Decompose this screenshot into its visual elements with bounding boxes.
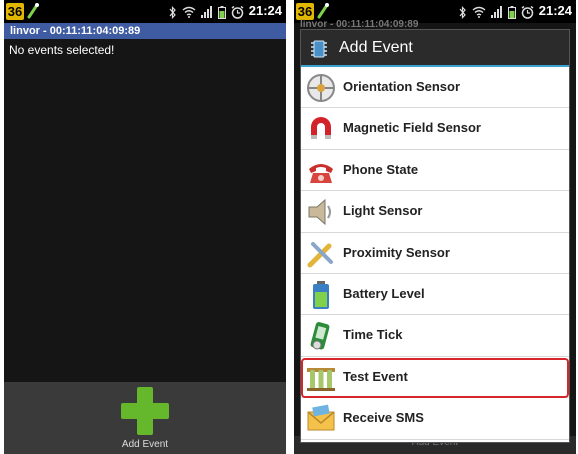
item-label: Magnetic Field Sensor bbox=[343, 120, 481, 136]
item-label: Phone State bbox=[343, 161, 419, 177]
notification-count-badge: 36 bbox=[296, 3, 314, 20]
list-item-orientation-sensor[interactable]: Orientation Sensor bbox=[301, 67, 569, 109]
telephone-icon bbox=[309, 163, 333, 183]
bluetooth-icon bbox=[169, 5, 176, 19]
magnet-icon bbox=[311, 117, 331, 140]
signal-strength-icon bbox=[201, 6, 212, 18]
wifi-icon bbox=[472, 6, 486, 18]
add-event-button[interactable]: Add Event bbox=[118, 387, 172, 450]
usb-connected-icon bbox=[317, 3, 329, 19]
clock-phone-icon bbox=[310, 322, 330, 350]
battery-status-icon bbox=[508, 5, 516, 19]
empty-events-message: No events selected! bbox=[9, 43, 115, 57]
status-bar: 36 21:24 bbox=[4, 0, 286, 23]
alarm-clock-icon bbox=[231, 5, 244, 19]
add-event-label: Add Event bbox=[121, 439, 169, 450]
bottom-toolbar: Add Event bbox=[4, 382, 286, 454]
list-item-phone-state[interactable]: Phone State bbox=[301, 149, 569, 192]
usb-connected-icon bbox=[27, 3, 39, 19]
plus-icon bbox=[121, 387, 169, 435]
alarm-clock-icon bbox=[521, 5, 534, 19]
proximity-sensor-icon bbox=[307, 241, 333, 268]
envelope-icon bbox=[307, 404, 335, 431]
add-event-dialog: Add Event Orientation Sensor Magnetic Fi… bbox=[300, 29, 570, 443]
left-screen: 36 21:24 linvor - 00:11:11:04:09:89 No e… bbox=[4, 0, 286, 454]
app-title-bar: linvor - 00:11:11:04:09:89 bbox=[4, 23, 286, 39]
list-item-proximity-sensor[interactable]: Proximity Sensor bbox=[301, 232, 569, 274]
item-label: Test Event bbox=[343, 368, 408, 384]
right-screen: 36 21:24 linvor - 00:11:11:04:09:89 Add … bbox=[294, 0, 576, 454]
dialog-title: Add Event bbox=[339, 39, 413, 56]
orientation-sensor-icon bbox=[307, 74, 335, 102]
status-time: 21:24 bbox=[538, 3, 572, 18]
list-item-test-event[interactable]: Test Event bbox=[301, 356, 569, 399]
light-bulb-icon bbox=[308, 199, 331, 226]
item-label: Receive SMS bbox=[343, 410, 424, 426]
notification-count-badge: 36 bbox=[6, 3, 24, 20]
chip-icon bbox=[311, 40, 327, 58]
item-label: Time Tick bbox=[343, 327, 403, 343]
list-item-light-sensor[interactable]: Light Sensor bbox=[301, 191, 569, 233]
list-item-battery-level[interactable]: Battery Level bbox=[301, 273, 569, 316]
list-item-time-tick[interactable]: Time Tick bbox=[301, 315, 569, 357]
selection-highlight bbox=[301, 357, 569, 398]
status-time: 21:24 bbox=[248, 3, 282, 18]
item-label: Orientation Sensor bbox=[343, 79, 461, 94]
item-label: Battery Level bbox=[343, 285, 425, 301]
list-item-receive-sms[interactable]: Receive SMS bbox=[301, 398, 569, 440]
item-label: Proximity Sensor bbox=[343, 244, 450, 260]
list-item-magnetic-field-sensor[interactable]: Magnetic Field Sensor bbox=[301, 108, 569, 150]
battery-status-icon bbox=[218, 5, 226, 19]
test-tubes-icon bbox=[307, 367, 335, 391]
battery-icon bbox=[313, 280, 329, 309]
bluetooth-icon bbox=[459, 5, 466, 19]
item-label: Light Sensor bbox=[343, 203, 423, 219]
dialog-header: Add Event bbox=[301, 30, 569, 67]
signal-strength-icon bbox=[491, 6, 502, 18]
wifi-icon bbox=[182, 6, 196, 18]
